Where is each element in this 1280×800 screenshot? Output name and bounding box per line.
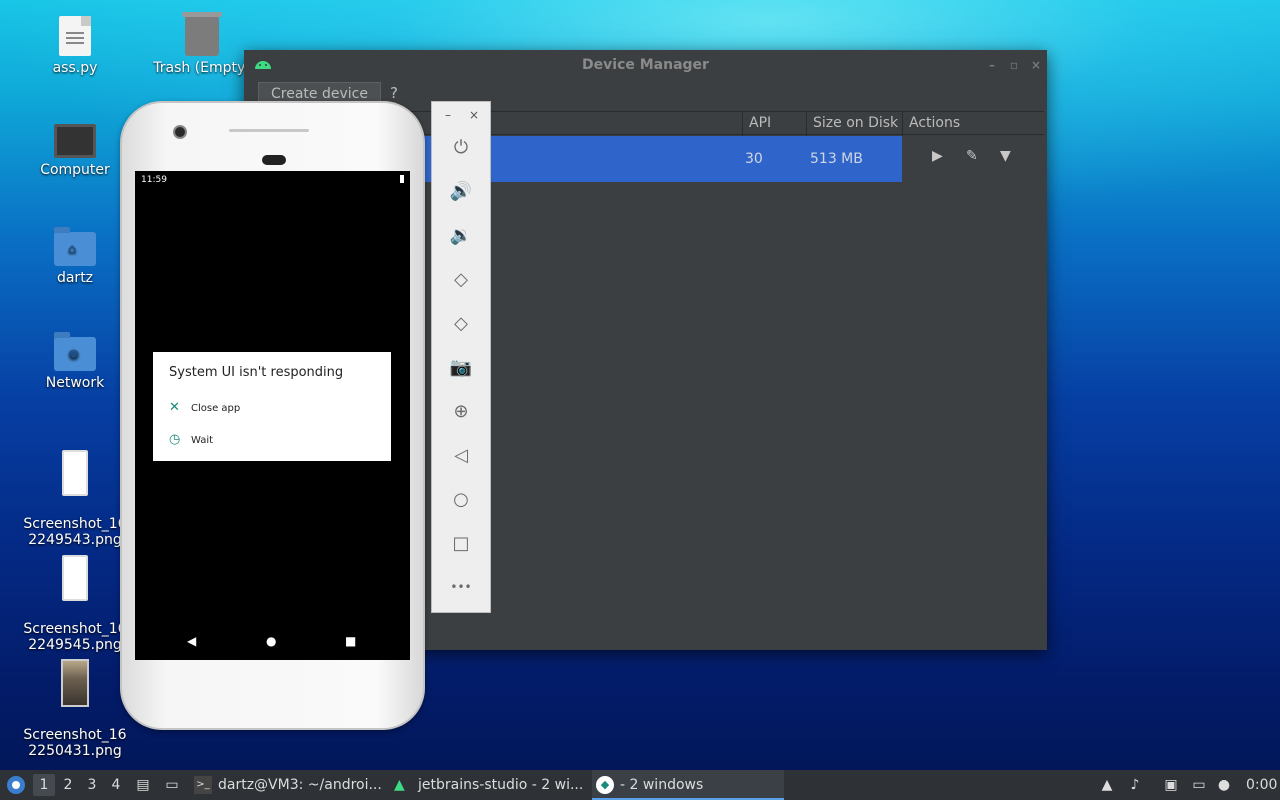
python-file-icon bbox=[59, 16, 91, 56]
close-app-option[interactable]: ✕ Close app bbox=[169, 400, 240, 415]
network-folder-icon: ◉ bbox=[54, 332, 96, 371]
dialog-title: System UI isn't responding bbox=[169, 365, 344, 380]
volume-up-icon[interactable]: 🔊 bbox=[448, 178, 474, 204]
show-desktop-icon[interactable]: ▭ bbox=[163, 776, 181, 794]
desktop-icon-ass-py[interactable]: ass.py bbox=[15, 16, 135, 76]
power-icon[interactable]: ⏻ bbox=[448, 134, 474, 160]
minimize-icon[interactable]: – bbox=[984, 50, 1000, 80]
column-actions[interactable]: Actions bbox=[902, 112, 1044, 136]
desktop-icon-network[interactable]: ◉ Network bbox=[15, 332, 135, 391]
wait-option[interactable]: ◷ Wait bbox=[169, 432, 213, 447]
updates-icon[interactable]: ▲ bbox=[1098, 776, 1116, 794]
window-titlebar[interactable]: Device Manager – ▫ × bbox=[244, 50, 1047, 80]
workspace-3[interactable]: 3 bbox=[81, 774, 103, 796]
network-icon[interactable]: ▭ bbox=[1190, 776, 1208, 794]
phone-earpiece bbox=[262, 155, 286, 165]
task-terminal[interactable]: >_ dartz@VM3: ~/androi... bbox=[190, 770, 386, 800]
android-icon: ▲ bbox=[394, 777, 405, 793]
clock-icon: ◷ bbox=[169, 432, 181, 447]
emulator-toolbar: – × ⏻ 🔊 🔉 ◇ ◇ 📷 ⊕ ◁ ○ □ ••• bbox=[431, 101, 491, 613]
workspace-1[interactable]: 1 bbox=[33, 774, 55, 796]
emulator-close-icon[interactable]: × bbox=[469, 108, 479, 122]
more-dropdown-icon[interactable]: ▼ bbox=[1000, 148, 1011, 164]
phone-screen[interactable]: 11:59 System UI isn't responding ✕ Close … bbox=[135, 171, 410, 660]
window-title: Device Manager bbox=[582, 57, 709, 73]
clipboard-icon[interactable]: ▣ bbox=[1162, 776, 1180, 794]
nav-home-icon[interactable]: ● bbox=[266, 634, 276, 648]
taskbar: 1 2 3 4 ▤ ▭ >_ dartz@VM3: ~/androi... ▲ … bbox=[0, 770, 1280, 800]
computer-icon bbox=[54, 124, 96, 158]
task-label: dartz@VM3: ~/androi... bbox=[218, 777, 382, 793]
phone-speaker bbox=[229, 129, 309, 132]
desktop-icon-label: dartz bbox=[56, 270, 94, 286]
zoom-icon[interactable]: ⊕ bbox=[448, 398, 474, 424]
launch-play-icon[interactable]: ▶ bbox=[932, 148, 943, 164]
desktop-icon-screenshot-3[interactable]: Screenshot_16 2250431.png bbox=[15, 643, 135, 775]
file-manager-icon[interactable]: ▤ bbox=[134, 776, 152, 794]
status-time: 11:59 bbox=[141, 175, 167, 185]
image-file-icon bbox=[62, 450, 88, 496]
device-actions: ▶ ✎ ▼ bbox=[902, 136, 1044, 182]
volume-down-icon[interactable]: 🔉 bbox=[448, 222, 474, 248]
rotate-right-icon[interactable]: ◇ bbox=[448, 310, 474, 336]
device-size: 513 MB bbox=[810, 151, 863, 167]
device-api: 30 bbox=[745, 151, 763, 167]
column-size-on-disk[interactable]: Size on Disk bbox=[806, 112, 902, 136]
terminal-icon: >_ bbox=[194, 776, 212, 794]
wait-label: Wait bbox=[191, 435, 214, 446]
close-icon[interactable]: × bbox=[1028, 50, 1044, 80]
close-x-icon: ✕ bbox=[169, 400, 180, 415]
help-icon[interactable]: ? bbox=[390, 84, 398, 102]
maximize-icon[interactable]: ▫ bbox=[1006, 50, 1022, 80]
emulator-minimize-icon[interactable]: – bbox=[445, 108, 451, 122]
battery-icon bbox=[400, 175, 404, 183]
desktop-icon-computer[interactable]: Computer bbox=[15, 124, 135, 178]
workspace-2[interactable]: 2 bbox=[57, 774, 79, 796]
android-icon bbox=[255, 61, 271, 69]
clock[interactable]: 0:00 bbox=[1246, 770, 1277, 800]
volume-icon[interactable]: ♪ bbox=[1126, 776, 1144, 794]
start-menu-icon[interactable] bbox=[6, 770, 28, 800]
nav-recents-icon[interactable]: ■ bbox=[345, 634, 356, 648]
task-label: - 2 windows bbox=[620, 777, 704, 793]
column-api[interactable]: API bbox=[742, 112, 806, 136]
notification-icon[interactable]: ● bbox=[1215, 776, 1233, 794]
home-folder-icon: ⌂ bbox=[54, 227, 96, 266]
camera-icon[interactable]: 📷 bbox=[448, 354, 474, 380]
workspace-4[interactable]: 4 bbox=[105, 774, 127, 796]
overview-icon[interactable]: □ bbox=[448, 530, 474, 556]
close-app-label: Close app bbox=[191, 403, 241, 414]
emulator-phone: 11:59 System UI isn't responding ✕ Close … bbox=[120, 101, 425, 730]
more-icon[interactable]: ••• bbox=[448, 574, 474, 600]
back-icon[interactable]: ◁ bbox=[448, 442, 474, 468]
anr-dialog: System UI isn't responding ✕ Close app ◷ W… bbox=[153, 352, 391, 461]
desktop-icon-dartz[interactable]: ⌂ dartz bbox=[15, 227, 135, 286]
desktop-icon-label: ass.py bbox=[52, 60, 98, 76]
nav-back-icon[interactable]: ◀ bbox=[187, 634, 196, 648]
edit-pencil-icon[interactable]: ✎ bbox=[966, 148, 978, 164]
task-label: jetbrains-studio - 2 wi... bbox=[418, 777, 584, 793]
desktop-icon-label: Screenshot_16 2250431.png bbox=[23, 727, 127, 759]
task-android-studio[interactable]: ▲ jetbrains-studio - 2 wi... bbox=[390, 770, 588, 800]
trash-icon bbox=[182, 12, 222, 56]
image-file-icon bbox=[61, 659, 89, 707]
emulator-icon: ◆ bbox=[596, 776, 614, 794]
desktop-icon-label: Network bbox=[45, 375, 105, 391]
desktop-icon-label: Computer bbox=[40, 162, 110, 178]
home-icon[interactable]: ○ bbox=[448, 486, 474, 512]
task-emulator[interactable]: ◆ - 2 windows bbox=[592, 770, 784, 800]
front-camera bbox=[173, 125, 187, 139]
rotate-left-icon[interactable]: ◇ bbox=[448, 266, 474, 292]
image-file-icon bbox=[62, 555, 88, 601]
